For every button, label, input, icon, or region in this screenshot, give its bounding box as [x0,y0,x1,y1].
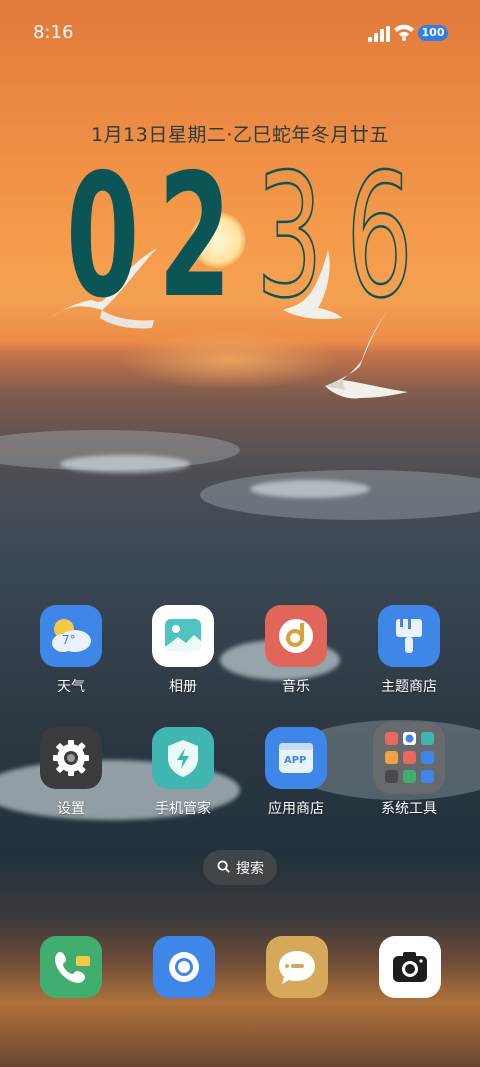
app-label: 天气 [57,679,85,695]
clock-minute-digit-1: 3 [255,138,324,336]
phone-icon[interactable] [40,936,102,998]
music-icon [265,605,327,667]
weather-icon: 7° [40,605,102,667]
app-app-store[interactable]: APP 应用商店 [241,727,351,818]
battery-indicator: 100 [418,25,448,41]
foam [60,455,190,473]
messages-icon[interactable] [266,936,328,998]
settings-icon [40,727,102,789]
camera-icon[interactable] [379,936,441,998]
status-time: 8:16 [33,22,74,43]
folder-icon [373,722,445,794]
app-label: 设置 [57,801,85,817]
status-bar: 8:16 100 [0,0,480,66]
app-label: 系统工具 [381,801,437,817]
sunlight-reflection [120,330,340,390]
app-label: 主题商店 [381,679,437,695]
phone-manager-icon [152,727,214,789]
search-button[interactable]: 搜索 [203,850,277,885]
foam [250,480,370,498]
clock-minute-digit-2: 6 [345,138,414,336]
browser-icon[interactable] [153,936,215,998]
theme-store-icon [378,605,440,667]
clock-hour-digit-2: 2 [158,138,232,336]
wifi-icon [394,24,414,41]
clock-hour-digit-1: 0 [66,138,140,336]
clock: 0 2 3 6 [66,138,426,336]
app-folder-system-tools[interactable]: 系统工具 [354,722,464,818]
app-theme-store[interactable]: 主题商店 [354,605,464,696]
app-settings[interactable]: 设置 [16,727,126,818]
search-icon [217,860,230,873]
cellular-signal-icon [368,26,390,42]
search-label: 搜索 [236,861,264,877]
app-label: 音乐 [282,679,310,695]
app-label: 应用商店 [268,801,324,817]
weather-temperature: 7° [62,633,76,647]
gallery-icon [152,605,214,667]
app-gallery[interactable]: 相册 [128,605,238,696]
app-label: 相册 [169,679,197,695]
app-weather[interactable]: 7° 天气 [16,605,126,696]
app-store-badge-text: APP [284,755,307,766]
app-phone-manager[interactable]: 手机管家 [128,727,238,818]
app-music[interactable]: 音乐 [241,605,351,696]
app-label: 手机管家 [155,801,211,817]
app-store-icon: APP [265,727,327,789]
